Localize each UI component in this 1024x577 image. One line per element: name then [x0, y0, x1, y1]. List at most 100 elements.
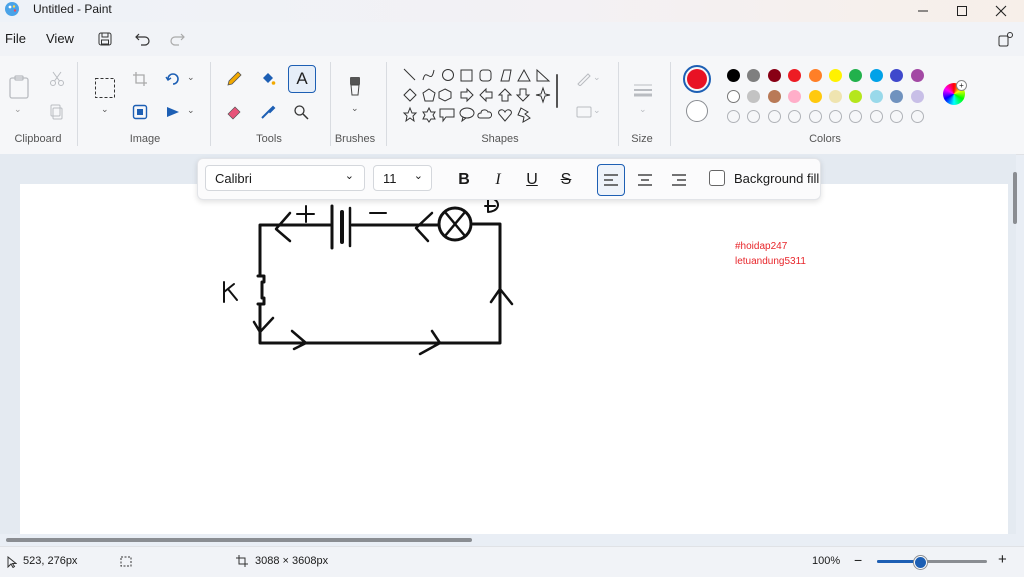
palette-color-swatch[interactable]	[727, 89, 740, 103]
palette-color-swatch[interactable]	[808, 69, 822, 82]
palette-color-swatch[interactable]	[747, 69, 761, 82]
custom-color-slot[interactable]	[869, 110, 883, 123]
palette-color-swatch[interactable]	[829, 69, 842, 82]
custom-color-slot[interactable]	[727, 110, 740, 123]
hexagon-shape-icon	[438, 88, 452, 102]
palette-color-swatch[interactable]	[890, 89, 904, 103]
magnifier-button[interactable]	[288, 99, 314, 125]
zoom-in-button[interactable]: +	[998, 551, 1007, 568]
font-family-select[interactable]: Calibri ⌄	[205, 165, 365, 191]
rotate-dropdown-chevron-icon[interactable]: ⌄	[187, 72, 195, 83]
italic-button[interactable]: I	[485, 167, 511, 193]
custom-color-slot[interactable]	[890, 110, 904, 123]
custom-color-slot[interactable]	[808, 110, 822, 123]
align-right-button[interactable]	[666, 167, 692, 193]
custom-color-slot[interactable]	[767, 110, 781, 123]
custom-color-slot[interactable]	[788, 110, 802, 123]
background-fill-checkbox[interactable]	[709, 170, 725, 186]
color-picker-button[interactable]	[255, 99, 281, 125]
align-left-icon	[604, 174, 618, 186]
zoom-slider[interactable]	[877, 560, 987, 563]
palette-color-swatch[interactable]	[788, 69, 802, 82]
crop-button[interactable]	[127, 66, 153, 92]
paste-button[interactable]	[6, 74, 32, 100]
strikethrough-button[interactable]: S	[553, 167, 579, 193]
fill-style-dropdown-chevron-icon[interactable]: ⌄	[593, 105, 601, 116]
drawing-canvas[interactable]: #hoidap247 letuandung5311	[20, 184, 1008, 534]
flip-button[interactable]	[160, 99, 186, 125]
paste-dropdown-chevron-icon[interactable]: ⌄	[14, 104, 22, 115]
align-left-button[interactable]	[597, 164, 625, 196]
zoom-slider-fill	[877, 560, 919, 563]
palette-color-swatch[interactable]	[849, 89, 863, 103]
palette-color-swatch[interactable]	[747, 89, 761, 103]
maximize-button[interactable]	[942, 0, 982, 22]
primary-color-button[interactable]	[683, 65, 711, 93]
font-size-select[interactable]: 11 ⌄	[373, 165, 432, 191]
palette-color-swatch[interactable]	[869, 89, 883, 103]
vertical-scrollbar-thumb[interactable]	[1013, 172, 1017, 224]
resize-button[interactable]	[127, 99, 153, 125]
shapes-scrollbar[interactable]	[556, 74, 558, 108]
eraser-button[interactable]	[221, 99, 247, 125]
tools-group-label: Tools	[256, 133, 282, 145]
palette-color-swatch[interactable]	[727, 69, 740, 82]
palette-color-swatch[interactable]	[788, 89, 802, 103]
rectangle-shape-icon	[460, 69, 473, 82]
cut-button[interactable]	[44, 66, 70, 92]
four-point-star-shape-icon	[535, 86, 551, 104]
align-center-button[interactable]	[632, 167, 658, 193]
text-tool-button[interactable]: A	[288, 65, 316, 93]
pencil-button[interactable]	[221, 66, 247, 92]
custom-color-slot[interactable]	[910, 110, 924, 123]
zoom-slider-thumb[interactable]	[914, 556, 927, 569]
horizontal-scrollbar-thumb[interactable]	[6, 538, 472, 542]
minimize-button[interactable]	[903, 0, 943, 22]
custom-color-slot[interactable]	[829, 110, 842, 123]
palette-color-swatch[interactable]	[849, 69, 863, 82]
underline-button[interactable]: U	[519, 167, 545, 193]
custom-color-slot[interactable]	[849, 110, 863, 123]
shapes-gallery[interactable]	[398, 66, 554, 124]
palette-color-swatch[interactable]	[869, 69, 883, 82]
font-size-chevron-icon: ⌄	[413, 170, 423, 182]
palette-color-swatch[interactable]	[890, 69, 904, 82]
file-menu[interactable]: File	[5, 31, 26, 46]
brushes-button[interactable]	[342, 74, 368, 100]
undo-icon	[135, 33, 150, 46]
secondary-color-button[interactable]	[686, 100, 708, 122]
paint-bucket-icon	[263, 73, 276, 85]
primary-color-swatch	[687, 69, 707, 89]
flip-dropdown-chevron-icon[interactable]: ⌄	[187, 105, 195, 116]
palette-color-swatch[interactable]	[808, 89, 822, 103]
select-dropdown-chevron-icon[interactable]: ⌄	[101, 104, 109, 115]
palette-color-swatch[interactable]	[910, 69, 924, 82]
crop-icon	[133, 72, 147, 86]
palette-color-swatch[interactable]	[829, 89, 842, 103]
palette-color-swatch[interactable]	[910, 89, 924, 103]
palette-color-swatch[interactable]	[767, 69, 781, 82]
font-size-value: 11	[383, 170, 397, 186]
circuit-drawing	[223, 198, 514, 356]
edit-colors-button[interactable]: +	[943, 80, 967, 105]
bold-button[interactable]: B	[451, 167, 477, 193]
align-right-icon	[672, 174, 686, 186]
zoom-out-button[interactable]: −	[854, 552, 862, 568]
account-button[interactable]	[995, 29, 1017, 49]
save-button[interactable]	[94, 29, 116, 49]
palette-color-swatch[interactable]	[767, 89, 781, 103]
fill-button[interactable]	[255, 66, 281, 92]
rotate-button[interactable]	[160, 66, 186, 92]
brushes-dropdown-chevron-icon[interactable]: ⌄	[351, 103, 359, 114]
select-button[interactable]	[92, 75, 118, 101]
size-button[interactable]	[630, 77, 656, 103]
view-menu[interactable]: View	[46, 31, 74, 46]
copy-button[interactable]	[44, 99, 70, 125]
undo-button[interactable]	[132, 29, 154, 49]
canvas-size-icon	[236, 555, 248, 567]
close-button[interactable]	[981, 0, 1021, 22]
custom-color-slot[interactable]	[747, 110, 761, 123]
redo-button[interactable]	[166, 29, 188, 49]
size-dropdown-chevron-icon[interactable]: ⌄	[639, 104, 647, 115]
outline-dropdown-chevron-icon[interactable]: ⌄	[593, 72, 601, 83]
